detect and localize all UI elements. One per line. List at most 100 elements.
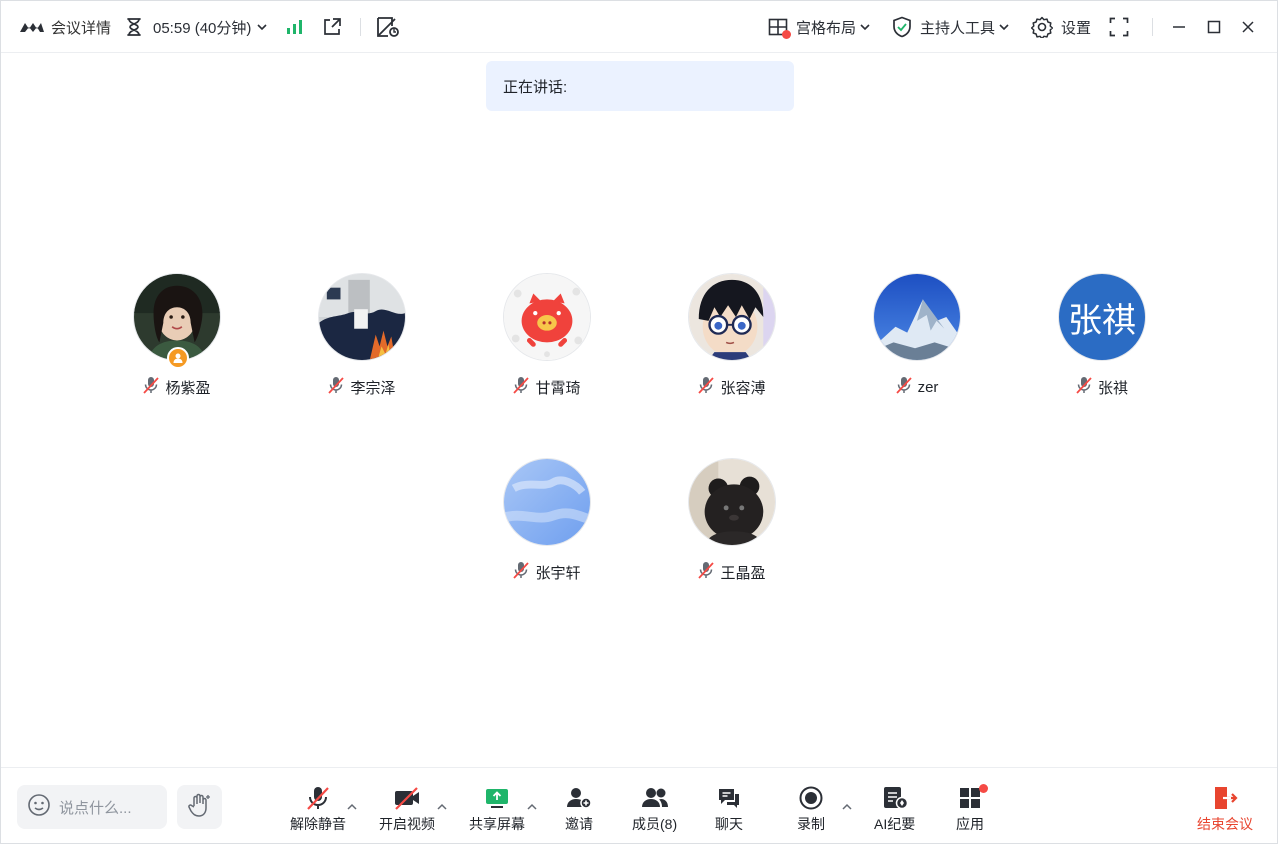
chat-button[interactable]: 聊天 xyxy=(715,784,743,834)
share-screen-label: 共享屏幕 xyxy=(469,816,525,832)
apps-button[interactable]: 应用 xyxy=(956,784,988,834)
end-meeting-button[interactable]: 结束会议 xyxy=(1197,784,1253,834)
participant-name: zer xyxy=(837,376,997,398)
participant-tile[interactable]: 杨紫盈 xyxy=(97,273,257,413)
avatar xyxy=(503,458,591,546)
exit-icon xyxy=(1211,784,1239,812)
minimize-icon[interactable] xyxy=(1172,1,1186,53)
avatar xyxy=(503,273,591,361)
members-label: 成员(8) xyxy=(632,816,678,832)
raise-hand-button[interactable] xyxy=(177,785,222,829)
video-options-caret-icon[interactable] xyxy=(437,798,447,816)
invite-button[interactable]: 邀请 xyxy=(565,784,593,834)
record-label: 录制 xyxy=(797,816,825,832)
record-button[interactable]: 录制 xyxy=(797,784,825,834)
mic-muted-icon xyxy=(698,376,715,398)
maximize-icon[interactable] xyxy=(1207,1,1221,53)
apps-grid-icon xyxy=(958,784,988,812)
mic-muted-icon xyxy=(513,561,530,583)
chat-label: 聊天 xyxy=(715,816,743,832)
shield-check-icon xyxy=(892,16,912,38)
host-tools-dropdown[interactable]: 主持人工具 xyxy=(892,1,1009,53)
settings-button[interactable]: 设置 xyxy=(1031,1,1091,53)
members-button[interactable]: 成员(8) xyxy=(632,784,677,834)
avatar xyxy=(318,273,406,361)
quick-chat-input[interactable]: 说点什么... xyxy=(17,785,167,829)
bottom-toolbar: 说点什么... 解除静音 开启视频 共享屏幕 邀请 成员(8) 聊天 录制 AI… xyxy=(1,767,1277,843)
ai-summary-button[interactable]: AI纪要 xyxy=(874,784,915,834)
participant-tile[interactable]: 张容溥 xyxy=(652,273,812,413)
participant-tile[interactable]: 张宇轩 xyxy=(467,458,627,598)
mic-muted-icon xyxy=(1076,376,1092,398)
grid-layout-label: 宫格布局 xyxy=(796,19,857,37)
network-diagnosis-icon[interactable] xyxy=(376,1,400,53)
notification-dot xyxy=(782,30,791,39)
grid-layout-dropdown[interactable]: 宫格布局 xyxy=(768,1,870,53)
share-link-icon[interactable] xyxy=(322,1,342,53)
participant-tile[interactable]: 甘霄琦 xyxy=(467,273,627,413)
ai-summary-icon xyxy=(881,784,909,812)
notification-dot xyxy=(979,784,988,793)
meeting-details-label: 会议详情 xyxy=(51,19,112,37)
end-meeting-label: 结束会议 xyxy=(1197,816,1253,832)
participant-tile[interactable]: 张祺 张祺 xyxy=(1022,273,1182,413)
participant-name-label: 王晶盈 xyxy=(720,564,766,582)
participant-name-label: 张祺 xyxy=(1097,379,1128,397)
active-speaker-label: 正在讲话: xyxy=(503,78,568,96)
mic-muted-icon xyxy=(305,784,331,812)
top-bar: 会议详情 05:59 (40分钟) 宫格布局 主持人工具 设置 xyxy=(1,1,1277,53)
participant-tile[interactable]: 王晶盈 xyxy=(652,458,812,598)
participant-tile[interactable]: 李宗泽 xyxy=(282,273,442,413)
meeting-timer-dropdown[interactable]: 05:59 (40分钟) xyxy=(125,1,267,53)
avatar: 张祺 xyxy=(1058,273,1146,361)
chevron-down-icon xyxy=(860,23,870,31)
chevron-down-icon xyxy=(999,23,1009,31)
start-video-label: 开启视频 xyxy=(379,816,435,832)
participant-name-label: 杨紫盈 xyxy=(165,379,211,397)
participant-name: 张容溥 xyxy=(652,376,812,398)
participant-name: 甘霄琦 xyxy=(467,376,627,398)
emoji-icon[interactable] xyxy=(27,793,51,821)
ai-summary-label: AI纪要 xyxy=(874,816,916,832)
chevron-down-icon xyxy=(257,23,267,31)
record-options-caret-icon[interactable] xyxy=(842,798,852,816)
topbar-divider xyxy=(360,18,361,36)
avatar xyxy=(688,273,776,361)
signal-strength-icon[interactable] xyxy=(286,1,304,53)
unmute-label: 解除静音 xyxy=(290,816,346,832)
participant-name-label: 张宇轩 xyxy=(535,564,581,582)
participant-name: 王晶盈 xyxy=(652,561,812,583)
avatar xyxy=(688,458,776,546)
invite-label: 邀请 xyxy=(565,816,593,832)
mic-muted-icon xyxy=(895,376,912,398)
mic-muted-icon xyxy=(143,376,160,398)
settings-label: 设置 xyxy=(1061,19,1092,37)
start-video-button[interactable]: 开启视频 xyxy=(379,784,435,834)
avatar-initials: 张祺 xyxy=(1068,300,1136,341)
host-badge-icon xyxy=(167,347,189,369)
share-options-caret-icon[interactable] xyxy=(527,798,537,816)
unmute-button[interactable]: 解除静音 xyxy=(290,784,346,834)
participant-name: 李宗泽 xyxy=(282,376,442,398)
participant-name-label: zer xyxy=(917,378,939,396)
share-screen-button[interactable]: 共享屏幕 xyxy=(469,784,525,834)
host-tools-label: 主持人工具 xyxy=(920,19,996,37)
close-icon[interactable] xyxy=(1241,1,1255,53)
avatar xyxy=(873,273,961,361)
grid-layout-icon xyxy=(768,17,791,39)
meeting-details-button[interactable]: 会议详情 xyxy=(19,1,111,53)
app-logo-icon xyxy=(19,20,45,34)
apps-label: 应用 xyxy=(956,816,984,832)
audio-options-caret-icon[interactable] xyxy=(347,798,357,816)
mic-muted-icon xyxy=(513,376,530,398)
chat-placeholder: 说点什么... xyxy=(59,799,132,817)
participant-name-label: 甘霄琦 xyxy=(535,379,581,397)
participant-name: 杨紫盈 xyxy=(97,376,257,398)
participant-tile[interactable]: zer xyxy=(837,273,997,413)
raise-hand-icon xyxy=(187,792,213,823)
fullscreen-icon[interactable] xyxy=(1109,1,1129,53)
chat-icon xyxy=(716,784,742,812)
participant-name-label: 李宗泽 xyxy=(350,379,396,397)
video-off-icon xyxy=(393,784,421,812)
participant-name-label: 张容溥 xyxy=(720,379,766,397)
